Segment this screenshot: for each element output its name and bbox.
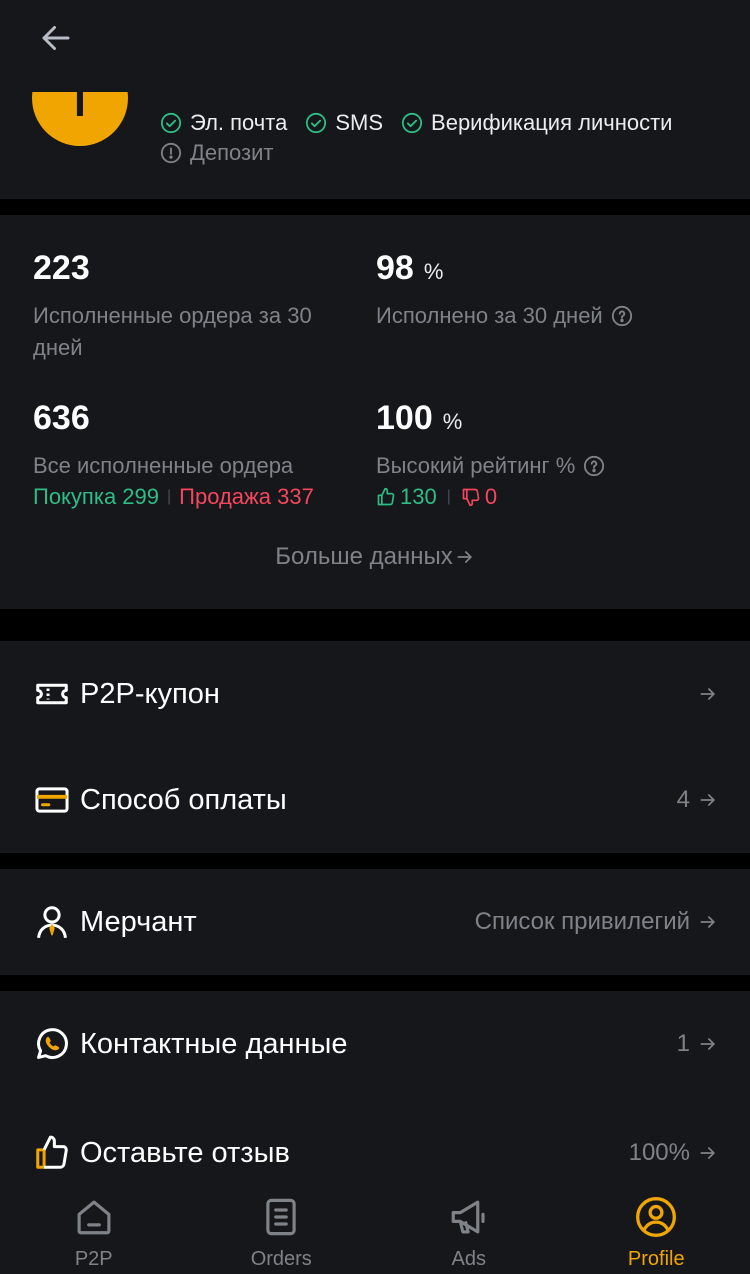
more-data-link[interactable]: Больше данных [0, 543, 750, 571]
menu-label: Контактные данные [80, 1027, 348, 1060]
nav-item-p2p[interactable]: P2P [0, 1188, 188, 1274]
help-icon[interactable] [611, 305, 633, 327]
verification-sms: SMS [305, 110, 383, 136]
profile-card: T Эл. почта SMS Верификация личности Деп… [0, 92, 750, 199]
menu-item-payment-method[interactable]: Способ оплаты 4 [32, 770, 718, 830]
merchant-icon [32, 902, 72, 942]
nav-item-ads[interactable]: Ads [375, 1188, 563, 1274]
payment-methods-count: 4 [676, 786, 690, 813]
check-circle-icon [306, 112, 327, 134]
stat-label: Исполнено за 30 дней [376, 303, 603, 328]
avatar-letter: T [67, 92, 93, 125]
menu-item-coupon[interactable]: P2P-купон [32, 664, 718, 724]
stat-label: Все исполненные ордера [33, 453, 294, 478]
top-bar [0, 0, 750, 92]
verification-label: SMS [335, 110, 384, 135]
stat-positive-rating: 100 % Высокий рейтинг % 130 | 0 [376, 399, 726, 510]
menu-item-feedback[interactable]: Оставьте отзыв 100% [32, 1123, 718, 1183]
stat-completion-30d: 98 % Исполнено за 30 дней [376, 249, 726, 332]
check-circle-icon [160, 112, 182, 134]
arrow-right-icon [700, 1038, 715, 1050]
nav-label: Orders [250, 1248, 312, 1270]
verification-row: Депозит [160, 140, 274, 166]
stat-value: 223 [33, 249, 90, 287]
menu-label: Оставьте отзыв [80, 1136, 290, 1169]
menu-label: P2P-купон [80, 677, 220, 710]
arrow-right-icon [457, 551, 472, 563]
check-circle-icon [401, 112, 423, 134]
contacts-count: 1 [676, 1030, 690, 1057]
arrow-right-icon [700, 794, 715, 806]
help-icon[interactable] [583, 455, 605, 477]
stat-unit: % [423, 259, 444, 284]
buy-count: Покупка 299 [33, 484, 159, 509]
stat-orders-30d: 223 Исполненные ордера за 30 дней [33, 249, 353, 364]
thumbs-up-icon [32, 1133, 72, 1173]
nav-item-profile[interactable]: Profile [563, 1188, 750, 1274]
nav-label: Profile [627, 1248, 685, 1270]
avatar[interactable]: T [32, 92, 128, 146]
stat-value: 98 [376, 249, 414, 287]
stat-total-orders: 636 Все исполненные ордера Покупка 299 |… [33, 399, 363, 510]
ticket-icon [32, 674, 72, 714]
likes-count: 130 [400, 484, 437, 509]
menu-label: Способ оплаты [80, 783, 287, 816]
nav-label: P2P [74, 1248, 113, 1270]
menu-card-payments: P2P-купон Способ оплаты 4 [0, 641, 750, 853]
stat-label: Высокий рейтинг % [376, 453, 576, 478]
sell-count: Продажа 337 [179, 484, 314, 509]
arrow-right-icon [700, 688, 715, 700]
thumbs-up-icon [377, 487, 395, 506]
feedback-rate: 100% [628, 1139, 690, 1166]
arrow-right-icon [700, 1147, 715, 1159]
verification-row: Эл. почта SMS Верификация личности [160, 110, 672, 136]
info-circle-icon [160, 142, 182, 164]
nav-label: Ads [451, 1248, 486, 1270]
more-data-label: Больше данных [275, 543, 453, 570]
credit-card-icon [32, 780, 72, 820]
verification-label: Верификация личности [431, 110, 673, 135]
divider: | [167, 488, 172, 505]
verification-deposit: Депозит [160, 140, 274, 166]
nav-item-orders[interactable]: Orders [188, 1188, 376, 1274]
dislikes-count: 0 [484, 484, 498, 509]
verification-label: Депозит [190, 140, 274, 165]
megaphone-icon [446, 1194, 492, 1240]
back-arrow-icon [42, 26, 70, 50]
whatsapp-icon [32, 1024, 72, 1064]
verification-email: Эл. почта [160, 110, 287, 136]
menu-card-contacts: Контактные данные 1 Оставьте отзыв 100% [0, 991, 750, 1188]
bottom-nav: P2P Orders Ads Profile [0, 1188, 750, 1274]
arrow-right-icon [700, 916, 715, 928]
profile-icon [633, 1194, 679, 1240]
stat-unit: % [442, 409, 463, 434]
menu-item-merchant[interactable]: Мерчант Список привилегий [32, 892, 718, 952]
verification-label: Эл. почта [190, 110, 288, 135]
thumbs-down-icon [462, 488, 480, 507]
menu-item-contacts[interactable]: Контактные данные 1 [32, 1014, 718, 1074]
stat-value: 100 [376, 399, 433, 437]
stat-label: Исполненные ордера за 30 дней [33, 303, 312, 360]
menu-card-merchant: Мерчант Список привилегий [0, 869, 750, 975]
orders-icon [258, 1194, 304, 1240]
home-icon [71, 1194, 117, 1240]
verification-identity: Верификация личности [401, 110, 672, 136]
menu-label: Мерчант [80, 905, 197, 938]
back-button[interactable] [36, 18, 76, 58]
stat-value: 636 [33, 399, 90, 437]
divider: | [446, 488, 451, 505]
stats-card: 223 Исполненные ордера за 30 дней 98 % И… [0, 215, 750, 609]
merchant-privileges-link: Список привилегий [474, 908, 690, 935]
